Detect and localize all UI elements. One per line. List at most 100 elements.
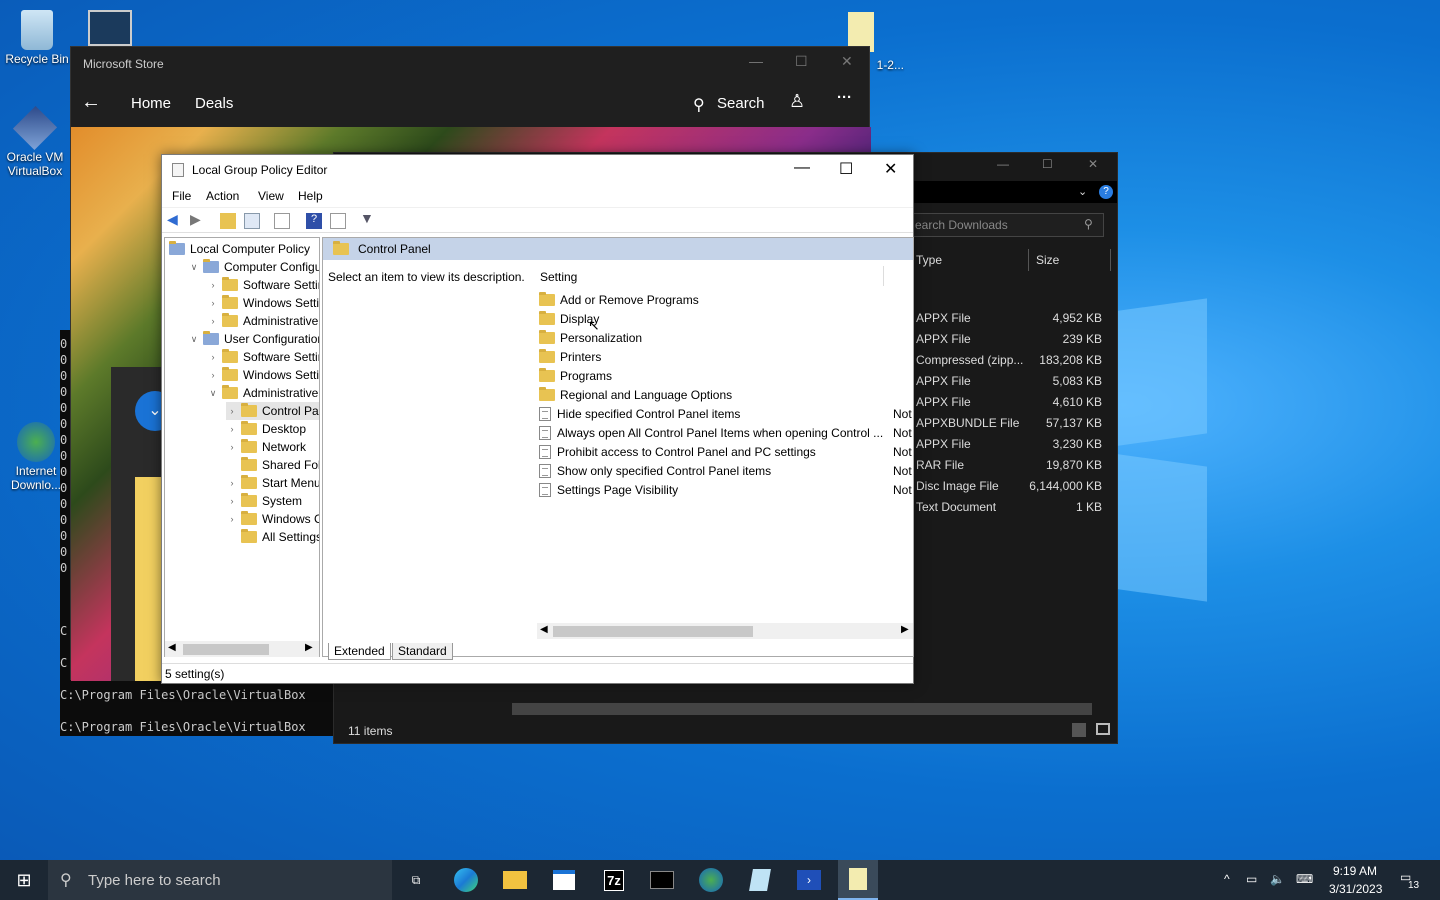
- menu-help[interactable]: Help: [298, 189, 323, 203]
- tree-item[interactable]: Local Computer Policy: [169, 240, 310, 258]
- file-type[interactable]: APPX File: [916, 437, 971, 451]
- more-icon[interactable]: ···: [837, 89, 852, 106]
- virtualbox-icon[interactable]: Oracle VM VirtualBox: [2, 105, 68, 178]
- store-icon[interactable]: [544, 866, 584, 894]
- setting-row[interactable]: Add or Remove Programs: [539, 290, 699, 309]
- clock-date[interactable]: 3/31/2023: [1329, 882, 1382, 896]
- minimize-icon[interactable]: —: [794, 159, 810, 177]
- notepad-app-icon[interactable]: [740, 866, 780, 894]
- maximize-icon[interactable]: ☐: [1042, 157, 1053, 171]
- horizontal-scrollbar[interactable]: ◀ ▶: [537, 623, 913, 639]
- file-type[interactable]: Disc Image File: [916, 479, 999, 493]
- maximize-icon[interactable]: ☐: [839, 159, 853, 179]
- minimize-icon[interactable]: —: [997, 157, 1009, 171]
- tree-scrollbar[interactable]: ◀ ▶: [165, 641, 319, 657]
- notepad-icon[interactable]: [838, 860, 878, 900]
- clock-time[interactable]: 9:19 AM: [1333, 864, 1377, 878]
- powershell-icon[interactable]: ›: [789, 866, 829, 894]
- file-type[interactable]: APPX File: [916, 311, 971, 325]
- terminal-icon[interactable]: [642, 866, 682, 894]
- chevron-right-icon[interactable]: ›: [207, 280, 219, 290]
- close-icon[interactable]: ✕: [1088, 157, 1098, 171]
- scroll-left-icon[interactable]: ◀: [540, 624, 548, 635]
- setting-row[interactable]: Printers: [539, 347, 601, 366]
- setting-row[interactable]: Settings Page Visibility: [539, 480, 678, 499]
- chevron-down-icon[interactable]: ∨: [188, 262, 200, 273]
- monitor-icon[interactable]: [88, 10, 132, 46]
- taskbar-search-input[interactable]: ⚲ Type here to search: [48, 860, 392, 900]
- tree-item[interactable]: Shared Folder: [226, 456, 319, 474]
- chevron-right-icon[interactable]: ›: [207, 370, 219, 380]
- file-type[interactable]: APPXBUNDLE File: [916, 416, 1019, 430]
- tree-item[interactable]: › Desktop: [226, 420, 306, 438]
- tab-extended[interactable]: Extended: [328, 643, 391, 660]
- nav-home[interactable]: Home: [131, 95, 171, 112]
- show-tree-icon[interactable]: [244, 213, 260, 229]
- tree-item[interactable]: › System: [226, 492, 302, 510]
- tree-item[interactable]: › Windows Setting: [207, 294, 319, 312]
- tree-item[interactable]: › Administrative Te: [207, 312, 319, 330]
- tree-item[interactable]: › Network: [226, 438, 306, 456]
- chevron-right-icon[interactable]: ›: [207, 352, 219, 362]
- user-icon[interactable]: ♙: [789, 91, 805, 112]
- menu-file[interactable]: File: [172, 189, 191, 203]
- chevron-right-icon[interactable]: ›: [226, 478, 238, 488]
- file-explorer-icon[interactable]: [495, 866, 535, 894]
- properties-icon[interactable]: [330, 213, 346, 229]
- tree-item[interactable]: › Start Menu ar: [226, 474, 319, 492]
- start-button[interactable]: ⊞: [4, 866, 44, 894]
- scroll-left-icon[interactable]: ◀: [168, 642, 176, 653]
- nav-search[interactable]: Search: [717, 95, 765, 112]
- task-view-icon[interactable]: ⧉: [396, 866, 436, 894]
- setting-row[interactable]: Show only specified Control Panel items: [539, 461, 771, 480]
- column-size[interactable]: Size: [1036, 253, 1059, 267]
- edge-icon[interactable]: [446, 866, 486, 894]
- back-icon[interactable]: ◀: [167, 211, 183, 227]
- chevron-right-icon[interactable]: ›: [226, 424, 238, 434]
- export-icon[interactable]: [274, 213, 290, 229]
- filter-icon[interactable]: ▼: [360, 210, 376, 226]
- chevron-right-icon[interactable]: ›: [226, 442, 238, 452]
- recycle-bin-icon[interactable]: Recycle Bin: [4, 10, 70, 66]
- chevron-down-icon[interactable]: ⌄: [1078, 185, 1087, 198]
- back-arrow-icon[interactable]: ←: [81, 91, 101, 114]
- scroll-thumb[interactable]: [183, 644, 269, 655]
- close-icon[interactable]: ✕: [884, 159, 897, 179]
- search-icon[interactable]: ⚲: [693, 95, 705, 115]
- close-icon[interactable]: ✕: [841, 53, 853, 70]
- column-type[interactable]: Type: [916, 253, 942, 267]
- forward-icon[interactable]: ▶: [190, 211, 206, 227]
- download-manager-icon[interactable]: [691, 866, 731, 894]
- setting-row[interactable]: Hide specified Control Panel items: [539, 404, 740, 423]
- chevron-right-icon[interactable]: ›: [226, 406, 238, 416]
- maximize-icon[interactable]: ☐: [795, 53, 808, 70]
- setting-row[interactable]: Prohibit access to Control Panel and PC …: [539, 442, 816, 461]
- help-icon[interactable]: ?: [306, 213, 322, 229]
- scroll-right-icon[interactable]: ▶: [901, 624, 909, 635]
- file-type[interactable]: APPX File: [916, 395, 971, 409]
- chevron-right-icon[interactable]: ›: [207, 316, 219, 326]
- tree-item[interactable]: ∨ Computer Configura: [188, 258, 319, 276]
- setting-row[interactable]: Regional and Language Options: [539, 385, 732, 404]
- file-type[interactable]: RAR File: [916, 458, 964, 472]
- gpedit-window[interactable]: Local Group Policy Editor — ☐ ✕ File Act…: [161, 154, 914, 684]
- chevron-right-icon[interactable]: ›: [207, 298, 219, 308]
- tree-item[interactable]: ∨ User Configuration: [188, 330, 319, 348]
- setting-row[interactable]: Programs: [539, 366, 612, 385]
- setting-row[interactable]: Always open All Control Panel Items when…: [539, 423, 883, 442]
- chevron-right-icon[interactable]: ›: [226, 496, 238, 506]
- file-type[interactable]: Compressed (zipp...: [916, 353, 1023, 367]
- chevron-up-icon[interactable]: ^: [1224, 872, 1230, 886]
- keyboard-icon[interactable]: ⌨: [1296, 872, 1313, 886]
- tree-item[interactable]: ∨ Administrative Te: [207, 384, 319, 402]
- tree-item[interactable]: › Windows Cor: [226, 510, 319, 528]
- tree-item[interactable]: › Software Settings: [207, 276, 319, 294]
- details-view-icon[interactable]: [1072, 723, 1086, 737]
- menu-view[interactable]: View: [258, 189, 284, 203]
- minimize-icon[interactable]: —: [749, 53, 763, 69]
- search-input[interactable]: earch Downloads: [911, 213, 1104, 237]
- chevron-right-icon[interactable]: ›: [226, 514, 238, 524]
- chevron-down-icon[interactable]: ∨: [207, 388, 219, 399]
- nav-deals[interactable]: Deals: [195, 95, 233, 112]
- file-type[interactable]: APPX File: [916, 374, 971, 388]
